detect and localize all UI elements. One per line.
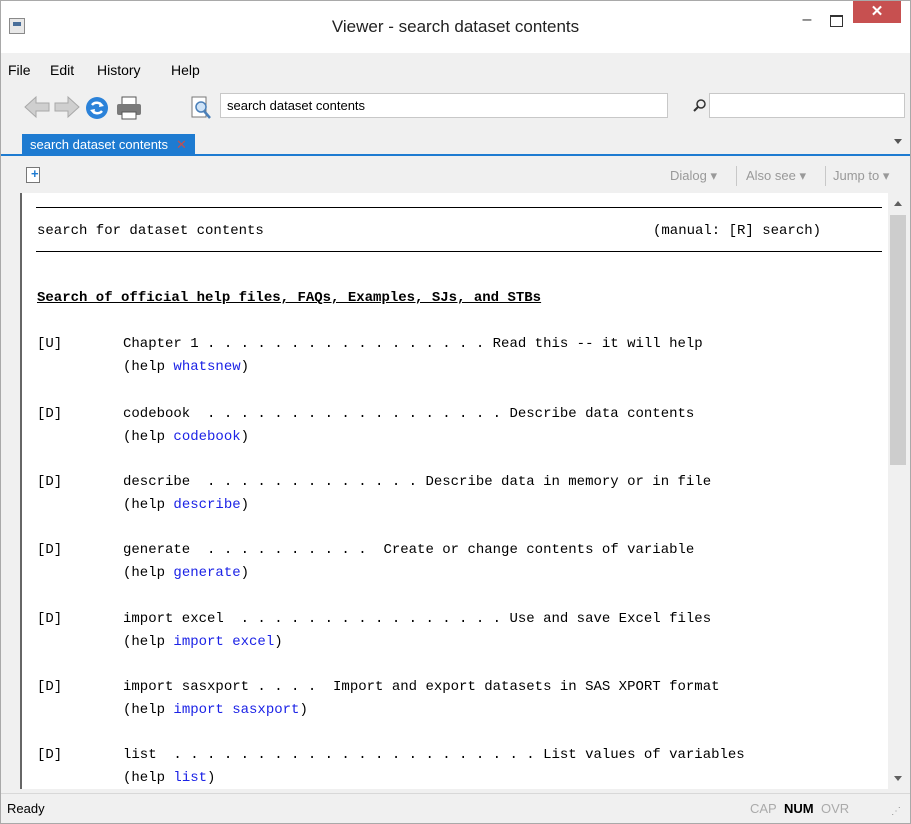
help-prefix: (help xyxy=(123,565,174,581)
help-suffix: ) xyxy=(240,429,250,445)
separator xyxy=(825,166,826,186)
forward-arrow-icon[interactable] xyxy=(53,95,81,121)
entry-help: (help describe) xyxy=(123,497,249,513)
help-suffix: ) xyxy=(274,634,283,650)
entry-help: (help import sasxport) xyxy=(123,702,308,718)
entry-tag: [D] xyxy=(37,474,63,490)
help-prefix: (help xyxy=(123,702,174,718)
tab-label: search dataset contents xyxy=(30,137,169,152)
tab-close-icon[interactable]: ✕ xyxy=(176,137,187,152)
help-prefix: (help xyxy=(123,770,174,786)
scroll-down-icon[interactable] xyxy=(894,776,902,781)
tab-search-dataset-contents[interactable]: search dataset contents ✕ xyxy=(22,134,195,156)
title-bar: Viewer - search dataset contents – ✕ xyxy=(1,1,910,53)
bottom-rule xyxy=(36,251,882,252)
manual-reference[interactable]: (manual: [R] search) xyxy=(653,223,821,239)
doc-title: search for dataset contents xyxy=(37,223,264,239)
window-title: Viewer - search dataset contents xyxy=(331,17,580,36)
entry-tag: [D] xyxy=(37,542,63,558)
help-prefix: (help xyxy=(123,359,174,375)
entry-line: list . . . . . . . . . . . . . . . . . .… xyxy=(123,747,745,763)
help-suffix: ) xyxy=(207,770,216,786)
print-icon[interactable] xyxy=(115,95,143,121)
status-bar: Ready CAP NUM OVR ⋰ xyxy=(1,793,910,823)
entry-tag: [D] xyxy=(37,747,63,763)
jump-to-menu[interactable]: Jump to ▾ xyxy=(833,168,889,184)
find-icon[interactable] xyxy=(188,95,216,121)
back-arrow-icon[interactable] xyxy=(23,95,51,121)
section-heading: Search of official help files, FAQs, Exa… xyxy=(37,290,542,306)
entry-line: describe . . . . . . . . . . . . . Descr… xyxy=(123,474,712,490)
entry-help: (help codebook) xyxy=(123,429,249,445)
new-viewer-icon[interactable] xyxy=(26,166,40,183)
entry-help: (help list) xyxy=(123,770,215,786)
entry-line: generate . . . . . . . . . . Create or c… xyxy=(123,542,695,558)
search-input[interactable] xyxy=(709,93,905,118)
close-button[interactable]: ✕ xyxy=(853,1,901,23)
tab-strip: search dataset contents ✕ xyxy=(1,131,910,156)
menu-history[interactable]: History xyxy=(97,62,141,78)
entry-help: (help import excel) xyxy=(123,634,283,650)
entry-tag: [U] xyxy=(37,336,63,352)
menu-file[interactable]: File xyxy=(8,62,31,78)
help-link[interactable]: codebook xyxy=(173,429,240,445)
entry-line: codebook . . . . . . . . . . . . . . . .… xyxy=(123,406,695,422)
help-suffix: ) xyxy=(240,497,250,513)
entry-line: import excel . . . . . . . . . . . . . .… xyxy=(123,611,712,627)
chevron-down-icon[interactable] xyxy=(894,139,902,144)
viewer-window: Viewer - search dataset contents – ✕ Fil… xyxy=(0,0,911,824)
scroll-thumb[interactable] xyxy=(890,215,906,465)
scroll-up-icon[interactable] xyxy=(894,201,902,206)
menu-edit[interactable]: Edit xyxy=(50,62,74,78)
help-prefix: (help xyxy=(123,429,174,445)
entry-tag: [D] xyxy=(37,611,63,627)
entry-tag: [D] xyxy=(37,406,63,422)
maximize-button[interactable] xyxy=(822,11,848,33)
resize-grip-icon[interactable]: ⋰ xyxy=(891,806,901,817)
help-link[interactable]: describe xyxy=(173,497,240,513)
help-link[interactable]: list xyxy=(173,770,207,786)
help-suffix: ) xyxy=(240,359,250,375)
entry-tag: [D] xyxy=(37,679,63,695)
help-link[interactable]: whatsnew xyxy=(173,359,240,375)
minimize-button[interactable]: – xyxy=(794,11,820,33)
help-suffix: ) xyxy=(299,702,308,718)
entry-help: (help whatsnew) xyxy=(123,359,249,375)
help-link[interactable]: import sasxport xyxy=(173,702,299,718)
also-see-menu[interactable]: Also see ▾ xyxy=(746,168,806,184)
num-indicator: NUM xyxy=(784,801,814,816)
menu-help[interactable]: Help xyxy=(171,62,200,78)
help-prefix: (help xyxy=(123,634,174,650)
separator xyxy=(736,166,737,186)
help-suffix: ) xyxy=(240,565,250,581)
address-field[interactable]: search dataset contents xyxy=(220,93,668,118)
viewer-toolbar: Dialog ▾ Also see ▾ Jump to ▾ xyxy=(1,158,910,192)
entry-line: import sasxport . . . . Import and expor… xyxy=(123,679,720,695)
search-icon xyxy=(693,98,707,112)
refresh-icon[interactable] xyxy=(84,95,112,121)
ovr-indicator: OVR xyxy=(821,801,850,816)
menu-bar: File Edit History Help xyxy=(1,53,910,86)
vertical-scrollbar[interactable] xyxy=(888,193,908,789)
top-rule xyxy=(36,207,882,208)
dialog-menu[interactable]: Dialog ▾ xyxy=(670,168,717,184)
help-link[interactable]: generate xyxy=(173,565,240,581)
entry-help: (help generate) xyxy=(123,565,249,581)
status-text: Ready xyxy=(7,801,45,816)
help-link[interactable]: import excel xyxy=(173,634,274,650)
entry-line: Chapter 1 . . . . . . . . . . . . . . . … xyxy=(123,336,703,352)
help-content: search for dataset contents (manual: [R]… xyxy=(20,193,888,789)
help-prefix: (help xyxy=(123,497,174,513)
cap-indicator: CAP xyxy=(750,801,777,816)
